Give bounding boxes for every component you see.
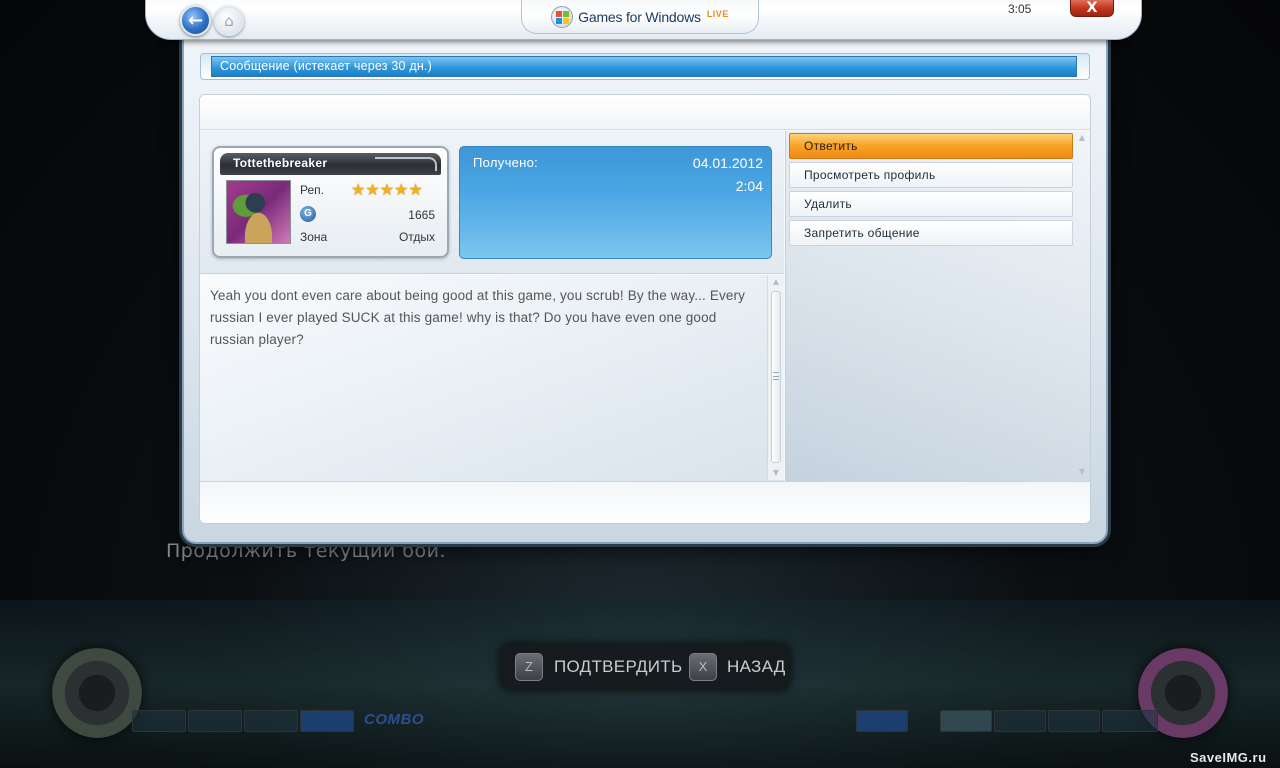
message-title: Сообщение (истекает через 30 дн.) <box>211 56 1077 77</box>
star-icon: ★ <box>394 180 409 199</box>
star-icon: ★ <box>365 180 380 199</box>
panel-footer <box>200 481 1090 523</box>
panel-header <box>200 95 1090 130</box>
delete-button[interactable]: Удалить <box>789 191 1073 217</box>
rep-label: Реп. <box>300 183 324 197</box>
zone-value: Отдых <box>398 230 435 244</box>
watermark: SaveIMG.ru <box>1190 750 1267 765</box>
right-meter-segment <box>940 710 992 732</box>
clock: 3:05 <box>1008 2 1032 16</box>
received-date: 04.01.2012 <box>692 155 763 171</box>
star-icon: ★ <box>351 180 366 199</box>
controls-hint: Z ПОДТВЕРДИТЬ X НАЗАД <box>500 644 790 690</box>
message-panel: Tottethebreaker Реп. ★ ★ ★ ★ ★ G 1665 Зо… <box>199 94 1091 524</box>
back-hint[interactable]: НАЗАД <box>727 657 786 677</box>
combo-label: COMBO <box>364 711 424 728</box>
back-arrow-icon: ← <box>187 10 204 31</box>
close-button[interactable]: X <box>1070 0 1114 17</box>
left-gauge <box>52 648 142 738</box>
close-icon: X <box>1086 0 1098 16</box>
logo-live-text: LIVE <box>706 9 729 19</box>
gamerscore-value: 1665 <box>408 208 435 222</box>
rep-stars: ★ ★ ★ ★ ★ <box>351 182 423 198</box>
left-meter-segment <box>132 710 186 732</box>
reply-button[interactable]: Ответить <box>789 133 1073 159</box>
confirm-hint[interactable]: ПОДТВЕРДИТЬ <box>554 657 682 677</box>
right-meter-segment <box>1102 710 1158 732</box>
left-meter-segment <box>244 710 298 732</box>
x-key-icon: X <box>689 653 717 681</box>
logo-text: Games for Windows <box>578 9 701 25</box>
actions-area: Ответить Просмотреть профиль Удалить Зап… <box>785 131 1090 481</box>
back-button[interactable]: ← <box>180 5 211 36</box>
message-scrollbar[interactable]: ▲ ▼ <box>767 275 784 480</box>
scroll-down-icon[interactable]: ▼ <box>1074 465 1090 479</box>
avatar <box>226 180 291 244</box>
left-meter-segment <box>300 710 354 732</box>
gamerscore-icon: G <box>300 206 316 222</box>
z-key-icon: Z <box>515 653 543 681</box>
grip-icon <box>773 372 779 380</box>
gamer-card[interactable]: Tottethebreaker Реп. ★ ★ ★ ★ ★ G 1665 Зо… <box>212 146 449 258</box>
home-icon: ⌂ <box>224 12 234 30</box>
received-info-box: Получено: 04.01.2012 2:04 <box>459 146 772 259</box>
star-icon: ★ <box>379 180 395 199</box>
received-time: 2:04 <box>735 178 763 194</box>
home-button[interactable]: ⌂ <box>214 6 244 36</box>
left-meter-segment <box>188 710 242 732</box>
block-communication-button[interactable]: Запретить общение <box>789 220 1073 246</box>
games-for-windows-logo: Games for Windows LIVE <box>521 0 759 34</box>
actions-scrollbar[interactable]: ▲ ▼ <box>1074 131 1090 480</box>
scroll-up-icon[interactable]: ▲ <box>1074 131 1090 145</box>
right-meter-segment <box>1048 710 1100 732</box>
view-profile-button[interactable]: Просмотреть профиль <box>789 162 1073 188</box>
scroll-down-icon[interactable]: ▼ <box>768 466 784 480</box>
right-meter-segment <box>994 710 1046 732</box>
received-label: Получено: <box>473 155 539 170</box>
star-icon: ★ <box>408 180 423 199</box>
right-meter-segment <box>856 710 908 732</box>
windows-flag-icon <box>551 6 574 28</box>
scroll-up-icon[interactable]: ▲ <box>768 275 784 289</box>
zone-label: Зона <box>300 230 328 244</box>
gamertag: Tottethebreaker <box>220 153 441 175</box>
message-body: Yeah you dont even care about being good… <box>210 288 746 347</box>
message-body-area: Yeah you dont even care about being good… <box>200 275 784 481</box>
